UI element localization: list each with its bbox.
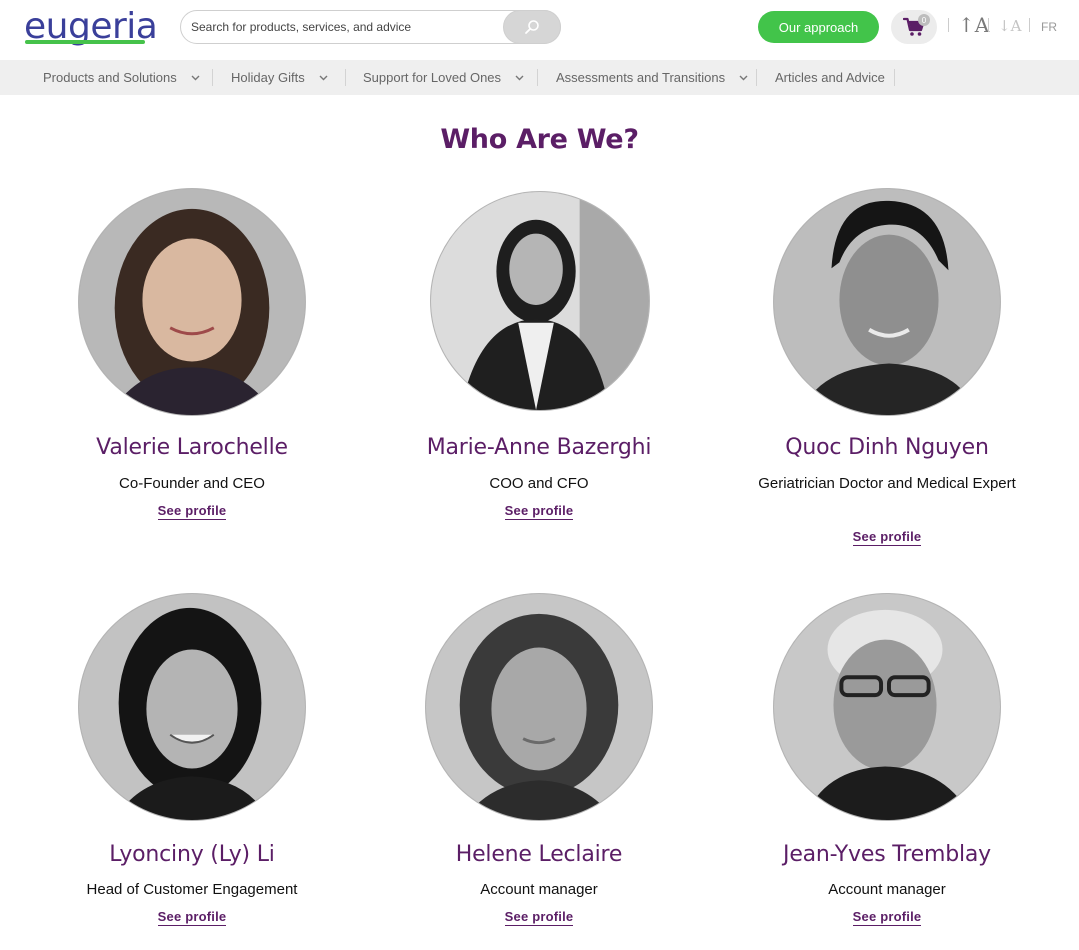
nav-item-articles-and-advice[interactable]: Articles and Advice xyxy=(775,60,885,95)
divider xyxy=(1029,18,1030,32)
member-name: Quoc Dinh Nguyen xyxy=(785,435,989,460)
nav-divider xyxy=(212,69,213,86)
member-role: Head of Customer Engagement xyxy=(86,881,298,898)
team-card: Valerie Larochelle Co-Founder and CEO Se… xyxy=(32,185,352,555)
chevron-down-icon xyxy=(515,75,524,81)
portrait-photo xyxy=(79,594,305,820)
chevron-down-icon xyxy=(739,75,748,81)
see-profile-link-wrapper: See profile xyxy=(727,908,1047,926)
member-name: Lyonciny (Ly) Li xyxy=(109,842,275,867)
portrait-photo xyxy=(431,192,649,410)
nav-item-label: Products and Solutions xyxy=(43,70,177,85)
portrait-photo xyxy=(426,594,652,820)
nav-item-assessments-and-transitions[interactable]: Assessments and Transitions xyxy=(556,60,748,95)
member-role: Geriatrician Doctor and Medical Expert xyxy=(758,475,1016,492)
nav-item-label: Support for Loved Ones xyxy=(363,70,502,85)
our-approach-button[interactable]: Our approach xyxy=(758,11,879,43)
see-profile-link[interactable]: See profile xyxy=(157,503,227,520)
cart-count-badge: 0 xyxy=(918,14,930,26)
see-profile-link-wrapper: See profile xyxy=(32,502,352,520)
avatar xyxy=(773,188,1001,416)
see-profile-link[interactable]: See profile xyxy=(504,909,574,926)
search-box xyxy=(180,10,561,44)
page-title: Who Are We? xyxy=(440,124,639,155)
member-name: Valerie Larochelle xyxy=(96,435,288,460)
avatar xyxy=(430,191,650,411)
member-name: Helene Leclaire xyxy=(455,842,623,867)
search-input[interactable] xyxy=(191,17,501,37)
cart-button[interactable]: 0 xyxy=(891,10,937,44)
avatar xyxy=(773,593,1001,821)
portrait-photo xyxy=(774,189,1000,415)
see-profile-link[interactable]: See profile xyxy=(852,909,922,926)
member-role: Account manager xyxy=(828,881,946,898)
portrait-photo xyxy=(774,594,1000,820)
avatar xyxy=(78,188,306,416)
member-role: COO and CFO xyxy=(489,475,589,492)
decrease-font-size-button[interactable]: ↓A xyxy=(998,17,1021,35)
team-card: Quoc Dinh Nguyen Geriatrician Doctor and… xyxy=(727,185,1047,555)
nav-item-label: Articles and Advice xyxy=(775,70,885,85)
member-name: Marie-Anne Bazerghi xyxy=(426,435,652,460)
see-profile-link-wrapper: See profile xyxy=(32,908,352,926)
team-card: Jean-Yves Tremblay Account manager See p… xyxy=(727,590,1047,940)
logo-underline xyxy=(25,40,145,44)
main-nav: Products and Solutions Holiday Gifts Sup… xyxy=(0,60,1079,95)
member-role: Co-Founder and CEO xyxy=(119,475,265,492)
see-profile-link[interactable]: See profile xyxy=(852,529,922,546)
see-profile-link-wrapper: See profile xyxy=(727,528,1047,546)
portrait-photo xyxy=(79,189,305,415)
chevron-down-icon xyxy=(319,75,328,81)
nav-divider xyxy=(537,69,538,86)
divider xyxy=(988,18,989,32)
chevron-down-icon xyxy=(191,75,200,81)
team-card: Marie-Anne Bazerghi COO and CFO See prof… xyxy=(379,185,699,555)
member-name: Jean-Yves Tremblay xyxy=(783,842,991,867)
see-profile-link[interactable]: See profile xyxy=(504,503,574,520)
search-button[interactable] xyxy=(503,10,561,44)
nav-item-support-for-loved-ones[interactable]: Support for Loved Ones xyxy=(363,60,524,95)
nav-divider xyxy=(345,69,346,86)
nav-divider xyxy=(894,69,895,86)
increase-font-size-button[interactable]: ↑A xyxy=(958,13,989,37)
avatar xyxy=(78,593,306,821)
header: eugeria Our approach 0 ↑A ↓A FR xyxy=(0,0,1079,60)
team-card: Lyonciny (Ly) Li Head of Customer Engage… xyxy=(32,590,352,940)
nav-item-holiday-gifts[interactable]: Holiday Gifts xyxy=(231,60,328,95)
member-role: Account manager xyxy=(480,881,598,898)
see-profile-link[interactable]: See profile xyxy=(157,909,227,926)
nav-divider xyxy=(756,69,757,86)
see-profile-link-wrapper: See profile xyxy=(379,502,699,520)
team-card: Helene Leclaire Account manager See prof… xyxy=(379,590,699,940)
search-icon xyxy=(525,20,539,34)
nav-item-label: Assessments and Transitions xyxy=(556,70,726,85)
nav-item-label: Holiday Gifts xyxy=(231,70,305,85)
divider xyxy=(948,18,949,32)
avatar xyxy=(425,593,653,821)
nav-item-products-and-solutions[interactable]: Products and Solutions xyxy=(43,60,200,95)
language-toggle[interactable]: FR xyxy=(1041,20,1057,34)
see-profile-link-wrapper: See profile xyxy=(379,908,699,926)
